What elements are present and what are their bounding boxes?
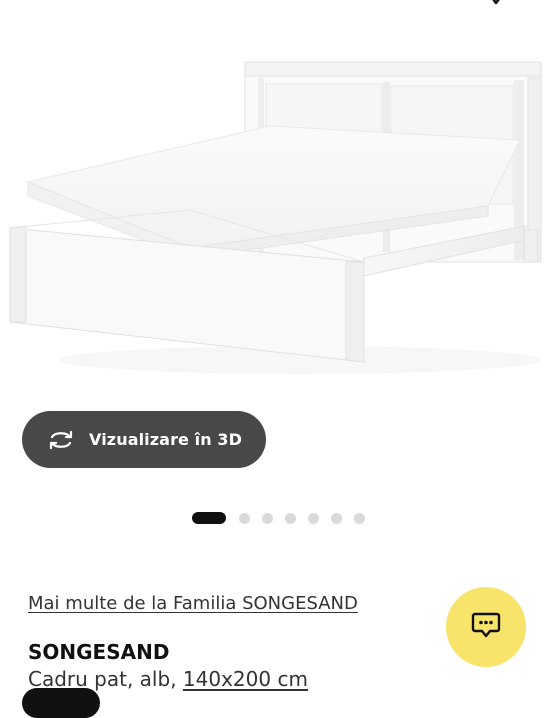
pagination-dot[interactable] bbox=[262, 512, 273, 524]
product-name: SONGESAND bbox=[28, 640, 170, 664]
pagination-dot-active[interactable] bbox=[192, 512, 226, 524]
chat-button[interactable] bbox=[446, 587, 526, 667]
pagination-dot[interactable] bbox=[285, 512, 296, 524]
bottom-tag[interactable] bbox=[22, 688, 100, 718]
family-link[interactable]: Mai multe de la Familia SONGESAND bbox=[28, 593, 358, 614]
view-3d-button[interactable]: Vizualizare în 3D bbox=[22, 411, 266, 468]
view-3d-label: Vizualizare în 3D bbox=[89, 430, 243, 449]
size-link[interactable]: 140x200 cm bbox=[183, 667, 308, 691]
rotate-3d-icon bbox=[46, 429, 76, 451]
pagination-dot[interactable] bbox=[239, 512, 250, 524]
chat-icon bbox=[471, 611, 501, 643]
image-pagination bbox=[192, 512, 377, 524]
pagination-dot[interactable] bbox=[331, 512, 342, 524]
product-image[interactable] bbox=[0, 0, 554, 405]
pagination-dot[interactable] bbox=[308, 512, 319, 524]
pagination-dot[interactable] bbox=[354, 512, 365, 524]
